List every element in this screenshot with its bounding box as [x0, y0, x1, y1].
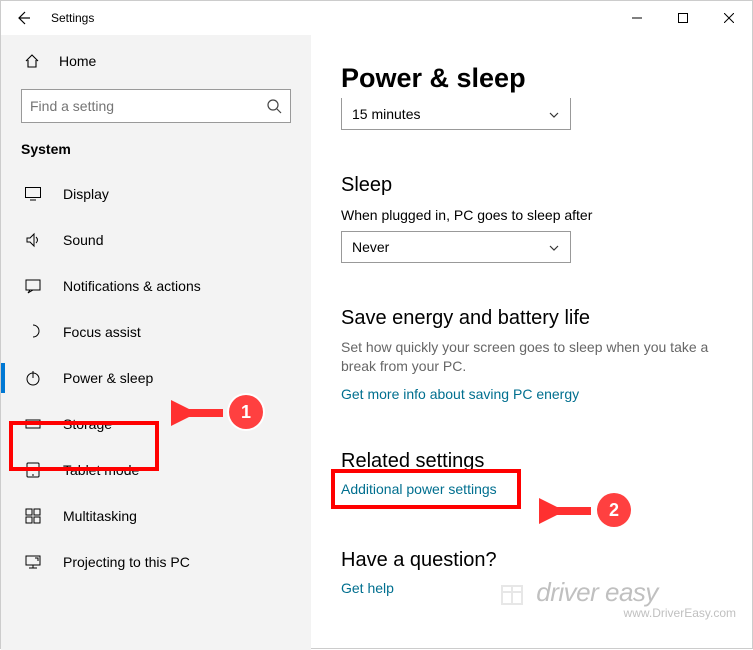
dropdown-value: 15 minutes: [352, 106, 420, 122]
sidebar-item-sound[interactable]: Sound: [1, 217, 311, 263]
sleep-timeout-dropdown[interactable]: Never: [341, 231, 571, 263]
maximize-button[interactable]: [660, 2, 706, 34]
projecting-icon: [23, 552, 43, 572]
sidebar-item-label: Power & sleep: [63, 370, 153, 386]
sleep-heading: Sleep: [341, 174, 722, 197]
back-button[interactable]: [11, 6, 35, 30]
sidebar-item-label: Tablet mode: [63, 462, 139, 478]
home-label: Home: [59, 53, 96, 69]
sidebar-item-focus-assist[interactable]: Focus assist: [1, 309, 311, 355]
energy-description: Set how quickly your screen goes to slee…: [341, 338, 722, 376]
sidebar-item-notifications[interactable]: Notifications & actions: [1, 263, 311, 309]
sleep-label: When plugged in, PC goes to sleep after: [341, 207, 722, 223]
sidebar-item-multitasking[interactable]: Multitasking: [1, 493, 311, 539]
notifications-icon: [23, 276, 43, 296]
screen-timeout-dropdown[interactable]: 15 minutes: [341, 98, 571, 130]
sidebar-item-label: Focus assist: [63, 324, 141, 340]
dropdown-value: Never: [352, 239, 389, 255]
power-icon: [23, 368, 43, 388]
sidebar-item-power-sleep[interactable]: Power & sleep: [1, 355, 311, 401]
sidebar-item-projecting[interactable]: Projecting to this PC: [1, 539, 311, 585]
sidebar: Home System Display Sound: [1, 35, 311, 650]
page-title: Power & sleep: [341, 63, 722, 94]
energy-link[interactable]: Get more info about saving PC energy: [341, 386, 722, 402]
sidebar-section-label: System: [1, 137, 311, 171]
sidebar-item-display[interactable]: Display: [1, 171, 311, 217]
energy-heading: Save energy and battery life: [341, 307, 722, 330]
titlebar: Settings: [1, 1, 752, 35]
related-heading: Related settings: [341, 450, 722, 473]
sound-icon: [23, 230, 43, 250]
chevron-down-icon: [548, 242, 560, 254]
sidebar-item-storage[interactable]: Storage: [1, 401, 311, 447]
get-help-link[interactable]: Get help: [341, 580, 722, 596]
sidebar-item-label: Display: [63, 186, 109, 202]
sidebar-item-tablet-mode[interactable]: Tablet mode: [1, 447, 311, 493]
minimize-button[interactable]: [614, 2, 660, 34]
display-icon: [23, 184, 43, 204]
chevron-down-icon: [548, 109, 560, 121]
sidebar-nav: Display Sound Notifications & actions Fo…: [1, 171, 311, 585]
sidebar-item-label: Multitasking: [63, 508, 137, 524]
storage-icon: [23, 414, 43, 434]
home-icon: [23, 52, 41, 70]
question-heading: Have a question?: [341, 549, 722, 572]
focus-assist-icon: [23, 322, 43, 342]
search-icon: [266, 98, 282, 114]
tablet-icon: [23, 460, 43, 480]
window-title: Settings: [51, 11, 94, 25]
main-panel: Power & sleep 15 minutes Sleep When plug…: [311, 35, 752, 650]
window-controls: [614, 2, 752, 34]
sidebar-item-label: Projecting to this PC: [63, 554, 190, 570]
home-nav[interactable]: Home: [1, 41, 311, 81]
search-input[interactable]: [30, 98, 266, 114]
search-box[interactable]: [21, 89, 291, 123]
sidebar-item-label: Notifications & actions: [63, 278, 201, 294]
sidebar-item-label: Sound: [63, 232, 103, 248]
multitasking-icon: [23, 506, 43, 526]
additional-power-settings-link[interactable]: Additional power settings: [341, 481, 497, 497]
sidebar-item-label: Storage: [63, 416, 112, 432]
close-button[interactable]: [706, 2, 752, 34]
